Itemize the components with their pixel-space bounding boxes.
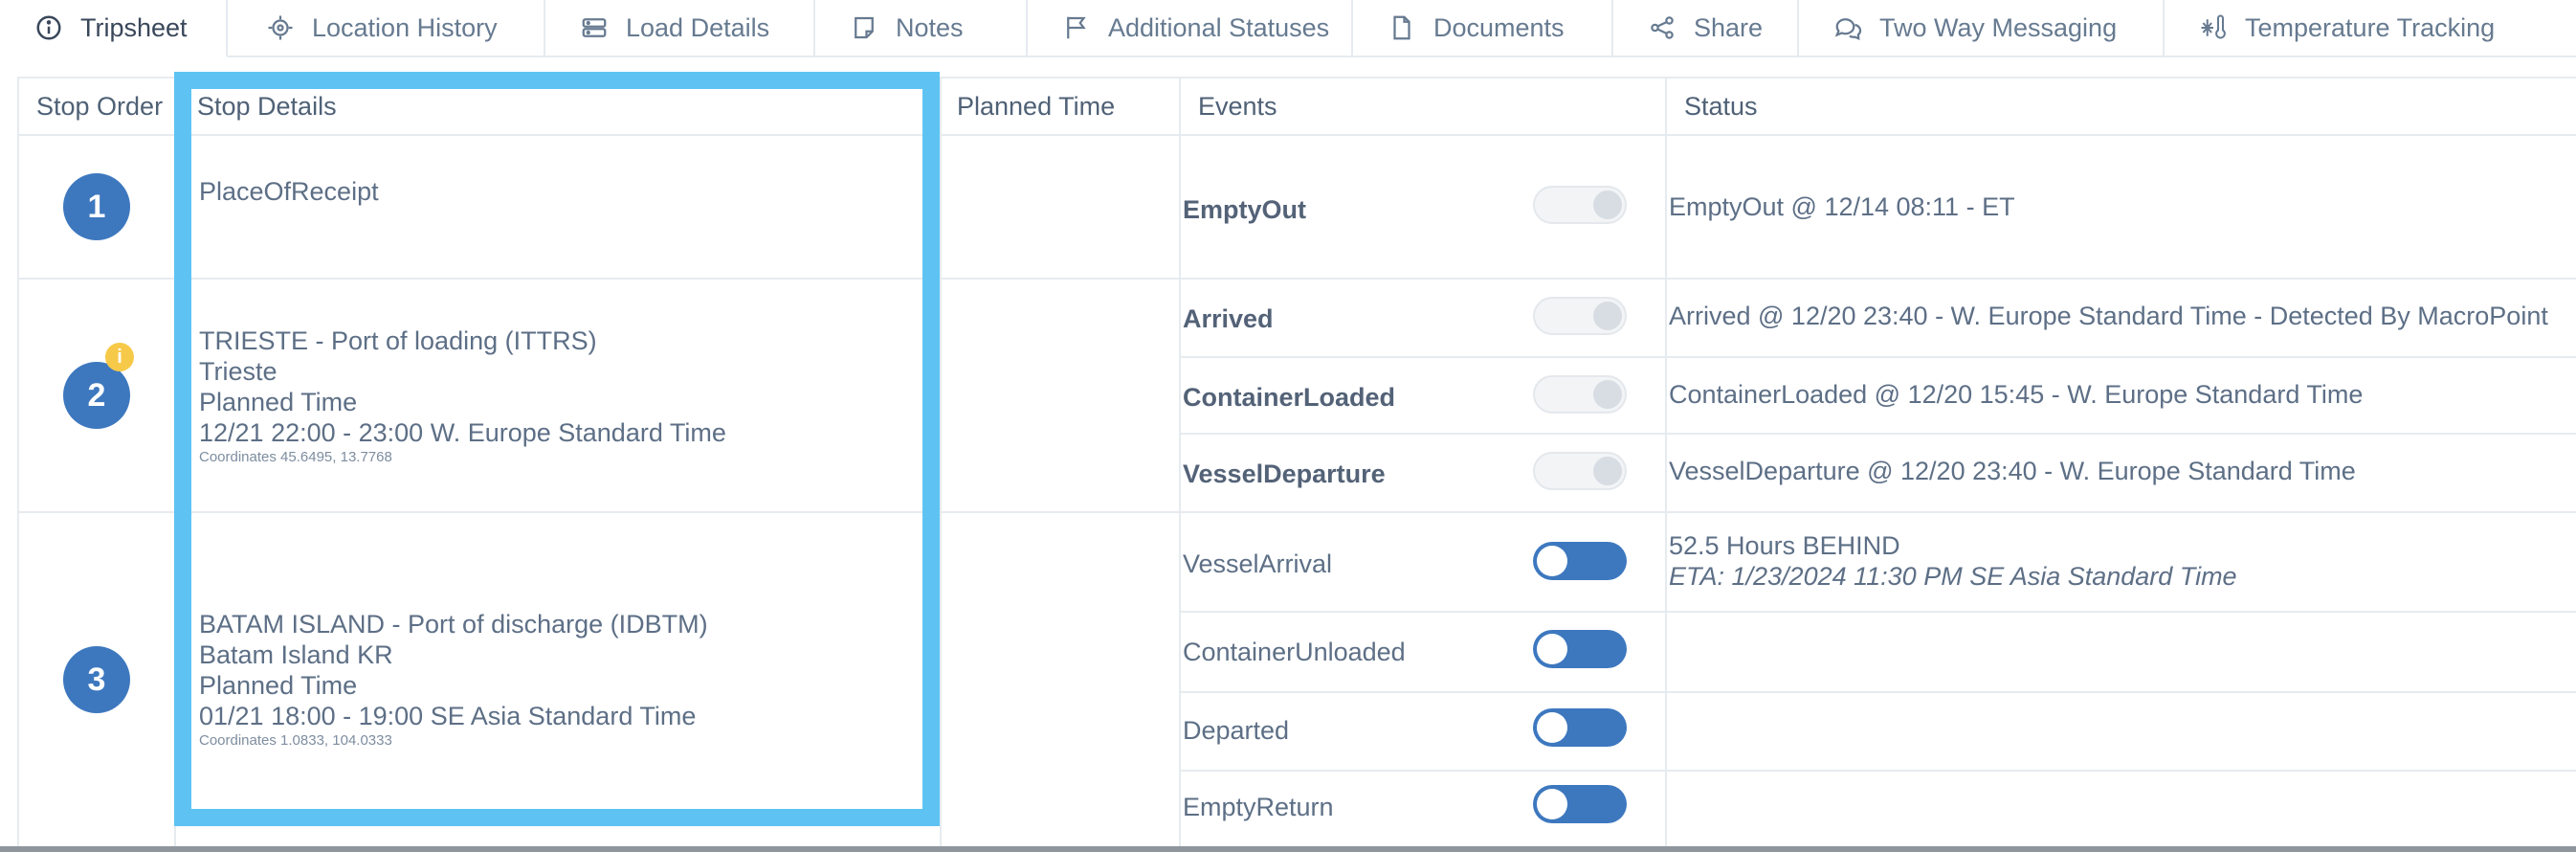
grid-line (1665, 78, 1667, 852)
event-name: VesselArrival (1183, 549, 1333, 578)
status-eta: ETA: 1/23/2024 11:30 PM SE Asia Standard… (1669, 562, 2237, 591)
toggle-knob (1593, 302, 1622, 330)
share-icon (1648, 13, 1677, 42)
stop-number: 3 (63, 646, 130, 713)
window-bottom-edge (0, 846, 2576, 852)
stop-number: 1 (63, 173, 130, 240)
info-badge[interactable]: i (105, 343, 134, 371)
toggle-knob (1537, 546, 1567, 576)
event-name: EmptyOut (1183, 195, 1307, 224)
tab-additional-statuses[interactable]: Additional Statuses (1028, 0, 1353, 57)
tab-notes[interactable]: Notes (815, 0, 1028, 57)
event-name: Arrived (1183, 304, 1274, 333)
stop-planned-label: Planned Time (199, 388, 358, 416)
event-toggle[interactable] (1533, 375, 1627, 414)
header-events: Events (1198, 91, 1277, 121)
toggle-knob (1537, 712, 1567, 743)
event-toggle[interactable] (1533, 785, 1627, 823)
grid-line (1179, 78, 1181, 852)
header-planned-time: Planned Time (957, 91, 1116, 121)
toggle-knob (1593, 191, 1622, 219)
event-name: ContainerUnloaded (1183, 638, 1406, 666)
event-name: EmptyReturn (1183, 793, 1334, 821)
tab-label: Additional Statuses (1108, 12, 1330, 42)
grid-line (19, 134, 2576, 136)
grid-line (19, 511, 2576, 513)
stop-city: Batam Island KR (199, 640, 393, 669)
tab-share[interactable]: Share (1613, 0, 1799, 57)
server-icon (580, 13, 609, 42)
header-stop-details: Stop Details (197, 91, 337, 121)
grid-line (1179, 356, 2576, 358)
event-toggle[interactable] (1533, 708, 1627, 747)
document-icon (1388, 13, 1416, 42)
tab-label: Load Details (626, 12, 770, 42)
tab-documents[interactable]: Documents (1353, 0, 1613, 57)
stop-coordinates: Coordinates 45.6495, 13.7768 (199, 449, 392, 465)
event-status: VesselDeparture @ 12/20 23:40 - W. Europ… (1669, 457, 2356, 485)
toggle-knob (1593, 457, 1622, 485)
note-icon (850, 13, 878, 42)
grid-line (1179, 611, 2576, 613)
grid-line (1179, 770, 2576, 772)
info-icon (34, 13, 63, 42)
grid-line (1179, 691, 2576, 693)
stop-location: BATAM ISLAND - Port of discharge (IDBTM) (199, 610, 708, 639)
stop-planned-label: Planned Time (199, 671, 358, 700)
event-toggle[interactable] (1533, 542, 1627, 580)
tab-label: Location History (312, 12, 498, 42)
tab-load-details[interactable]: Load Details (545, 0, 815, 57)
stop-number: 2 (63, 362, 130, 429)
stop-coordinates: Coordinates 1.0833, 104.0333 (199, 732, 392, 749)
toggle-knob (1593, 380, 1622, 409)
tab-location-history[interactable]: Location History (228, 0, 545, 57)
tripsheet-table: Stop Order Stop Details Planned Time Eve… (17, 77, 2576, 852)
tab-label: Temperature Tracking (2245, 12, 2496, 42)
grid-line (940, 78, 942, 852)
grid-line (174, 78, 176, 852)
toggle-knob (1537, 789, 1567, 819)
tab-label: Notes (896, 12, 964, 42)
tab-label: Tripsheet (80, 12, 188, 42)
stop-details: BATAM ISLAND - Port of discharge (IDBTM)… (199, 609, 708, 751)
stop-city: Trieste (199, 357, 278, 386)
header-status: Status (1684, 91, 1758, 121)
toggle-knob (1537, 634, 1567, 664)
stop-location: TRIESTE - Port of loading (ITTRS) (199, 326, 597, 355)
snowflake-thermometer-icon (2199, 13, 2228, 42)
event-toggle[interactable] (1533, 186, 1627, 224)
event-toggle[interactable] (1533, 297, 1627, 335)
header-stop-order: Stop Order (36, 91, 164, 121)
event-toggle[interactable] (1533, 630, 1627, 668)
tab-label: Documents (1433, 12, 1565, 42)
event-status: EmptyOut @ 12/14 08:11 - ET (1669, 192, 2015, 221)
grid-line (1179, 433, 2576, 435)
event-name: Departed (1183, 716, 1290, 745)
stop-details: TRIESTE - Port of loading (ITTRS) Triest… (199, 325, 726, 467)
event-status: ContainerLoaded @ 12/20 15:45 - W. Europ… (1669, 380, 2364, 409)
event-toggle[interactable] (1533, 452, 1627, 490)
status-behind: 52.5 Hours BEHIND (1669, 531, 1900, 560)
event-status: 52.5 Hours BEHIND ETA: 1/23/2024 11:30 P… (1669, 530, 2237, 592)
tab-two-way-messaging[interactable]: Two Way Messaging (1799, 0, 2165, 57)
chat-icon (1833, 13, 1862, 42)
event-name: VesselDeparture (1183, 460, 1386, 488)
flag-icon (1062, 13, 1091, 42)
tab-tripsheet[interactable]: Tripsheet (0, 0, 228, 57)
stop-planned-window: 12/21 22:00 - 23:00 W. Europe Standard T… (199, 418, 726, 447)
grid-line (19, 278, 2576, 280)
stop-planned-window: 01/21 18:00 - 19:00 SE Asia Standard Tim… (199, 702, 697, 730)
stop-location: PlaceOfReceipt (199, 177, 379, 206)
tab-bar: Tripsheet Location History Load Details … (0, 0, 2576, 57)
tab-label: Two Way Messaging (1879, 12, 2118, 42)
stop-details: PlaceOfReceipt (199, 176, 379, 207)
tab-label: Share (1694, 12, 1764, 42)
event-status: Arrived @ 12/20 23:40 - W. Europe Standa… (1669, 302, 2548, 330)
tab-temperature-tracking[interactable]: Temperature Tracking (2165, 0, 2576, 57)
location-target-icon (266, 13, 295, 42)
event-name: ContainerLoaded (1183, 383, 1396, 412)
